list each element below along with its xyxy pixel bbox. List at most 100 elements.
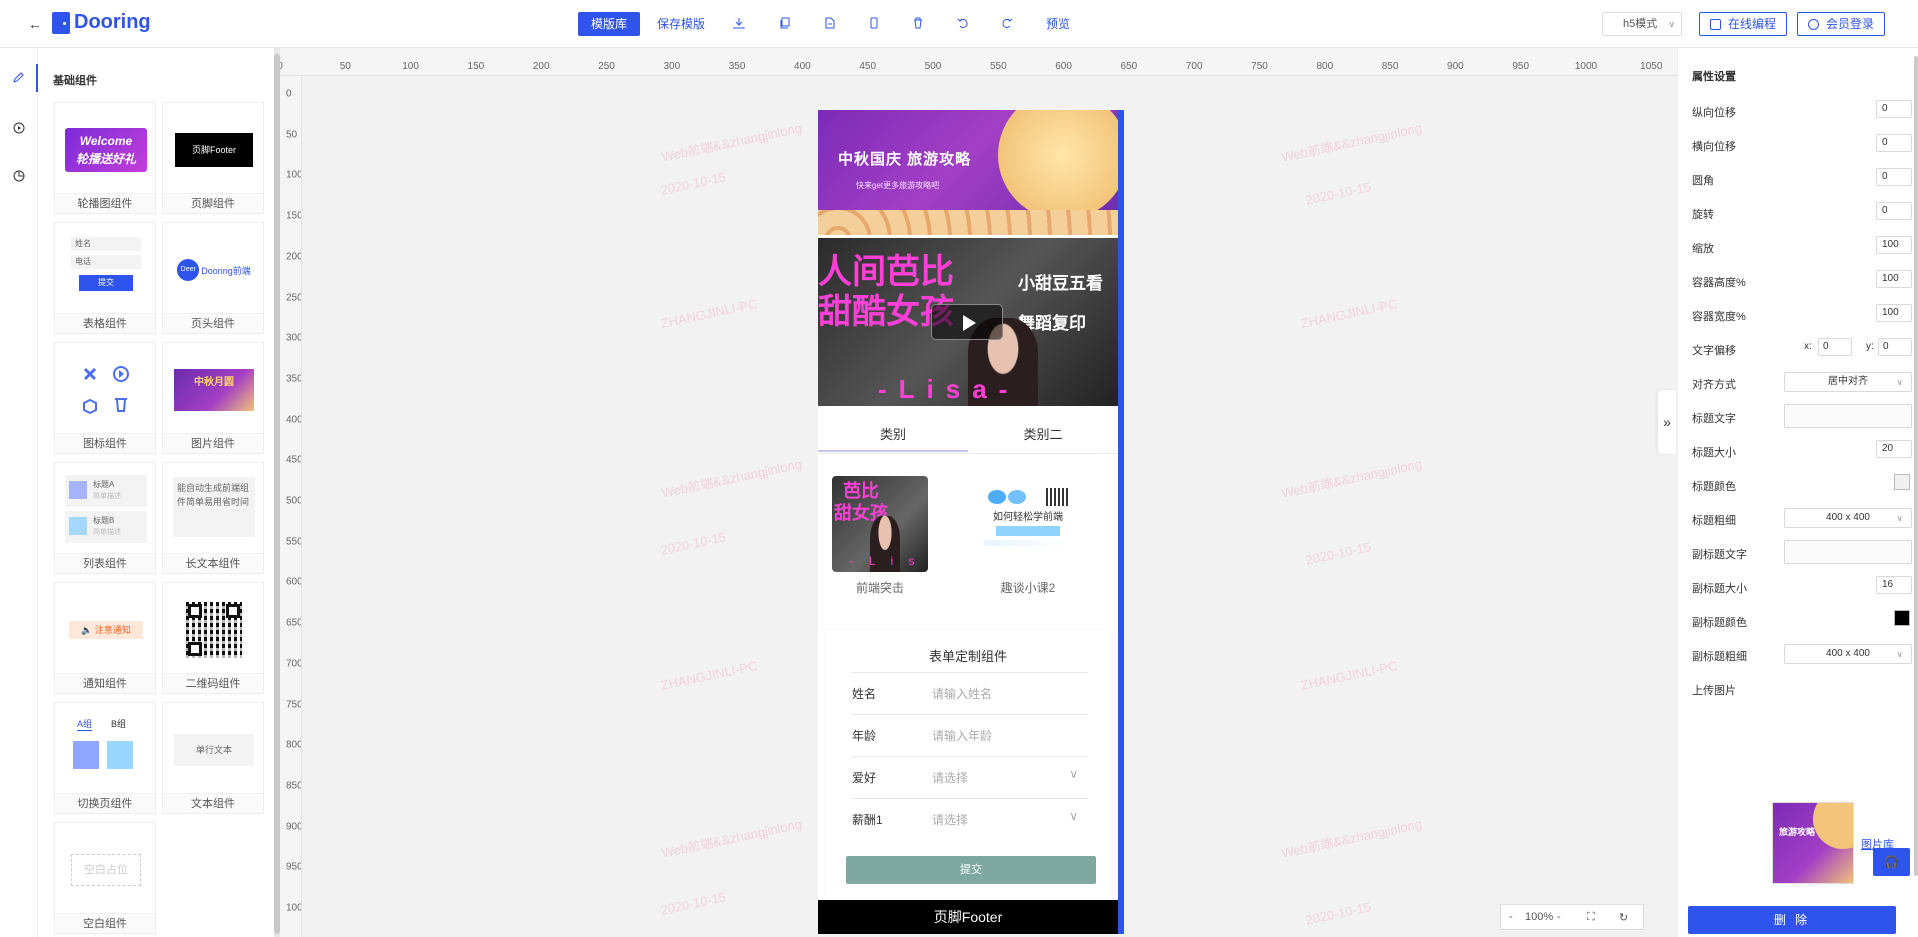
- prop-label: 圆角: [1692, 175, 1714, 187]
- delete-button[interactable]: 删 除: [1688, 906, 1896, 934]
- design-canvas[interactable]: 0501001502002503003504004505005506006507…: [280, 48, 1677, 937]
- preview-button[interactable]: 预览: [1046, 12, 1070, 36]
- selection-edge[interactable]: [1118, 110, 1124, 934]
- phone-preview[interactable]: 中秋国庆 旅游攻略 快来get更多旅游攻略吧 人间芭比 甜酷女孩 小甜豆五看 舞…: [818, 110, 1118, 934]
- age-input[interactable]: 请输入年龄: [932, 727, 992, 744]
- file-icon[interactable]: [822, 15, 838, 31]
- number-input[interactable]: 100: [1876, 270, 1912, 288]
- download-icon[interactable]: [731, 15, 747, 31]
- tab-card[interactable]: 如何轻松学前端 趣谈小课2: [978, 476, 1078, 596]
- component-qrcode[interactable]: 二维码组件: [162, 582, 264, 694]
- redo-icon[interactable]: [999, 15, 1015, 31]
- form-row-name[interactable]: 姓名 请输入姓名: [852, 672, 1088, 714]
- component-tabs[interactable]: A组 B组 切换页组件: [54, 702, 156, 814]
- logo[interactable]: Dooring: [52, 11, 151, 34]
- copy-icon[interactable]: [777, 15, 793, 31]
- x-input[interactable]: 0: [1818, 338, 1852, 356]
- number-input[interactable]: 100: [1876, 236, 1912, 254]
- form-label: 姓名: [852, 687, 877, 701]
- undo-icon[interactable]: [955, 15, 971, 31]
- phone-footer[interactable]: 页脚Footer: [818, 900, 1118, 934]
- number-input[interactable]: 16: [1876, 576, 1912, 594]
- align-select[interactable]: 居中对齐 ∨: [1784, 372, 1912, 392]
- chevron-down-icon[interactable]: ∨: [1069, 809, 1078, 823]
- title-text-input[interactable]: [1784, 404, 1912, 428]
- property-panel-scrollbar[interactable]: [1914, 56, 1918, 876]
- form-row-age[interactable]: 年龄 请输入年龄: [852, 714, 1088, 756]
- prop-label: 副标题文字: [1692, 549, 1747, 561]
- tab-category-2[interactable]: 类别二: [968, 420, 1118, 450]
- chevron-down-icon[interactable]: ∨: [1069, 767, 1078, 781]
- number-input[interactable]: 100: [1876, 304, 1912, 322]
- pie-chart-icon[interactable]: [0, 162, 38, 190]
- component-longtext[interactable]: 能自动生成前端组件简单易用省时间 长文本组件: [162, 462, 264, 574]
- uploaded-image-preview[interactable]: 旅游攻略: [1772, 802, 1854, 884]
- ruler-tick-label: 850: [286, 780, 302, 792]
- prop-label: 副标题颜色: [1692, 617, 1747, 629]
- reset-icon[interactable]: ↻: [1619, 911, 1628, 924]
- ruler-tick-label: 750: [286, 699, 302, 710]
- number-input[interactable]: 20: [1876, 440, 1912, 458]
- form-row-hobby[interactable]: 爱好 请选择 ∨: [852, 756, 1088, 798]
- template-library-button[interactable]: 模版库: [578, 12, 641, 36]
- component-label: 长文本组件: [163, 553, 263, 573]
- headset-icon[interactable]: 🎧: [1873, 848, 1910, 876]
- play-circle-icon[interactable]: [0, 114, 38, 142]
- number-input[interactable]: 0: [1876, 168, 1912, 186]
- cloud-graphic: [818, 210, 1118, 235]
- play-icon[interactable]: [931, 304, 1003, 340]
- ruler-tick-label: 250: [598, 61, 615, 72]
- component-footer[interactable]: 页脚Footer 页脚组件: [162, 102, 264, 214]
- form-row-salary[interactable]: 薪酬1 请选择 ∨: [852, 798, 1088, 840]
- edit-icon[interactable]: [0, 64, 38, 92]
- tab-category-1[interactable]: 类别: [818, 420, 968, 452]
- online-coding-button[interactable]: 在线编程: [1699, 12, 1787, 36]
- double-chevron-right-icon[interactable]: »: [1658, 390, 1676, 454]
- component-blank[interactable]: 空白占位 空白组件: [54, 822, 156, 934]
- title-color-swatch[interactable]: [1894, 474, 1910, 490]
- number-input[interactable]: 0: [1876, 100, 1912, 118]
- tabs-thumb-b: B组: [111, 719, 127, 729]
- zoom-in-button[interactable]: -: [1557, 911, 1561, 923]
- longtext-thumbnail: 能自动生成前端组件简单易用省时间: [173, 471, 255, 549]
- form-submit-button[interactable]: 提交: [846, 856, 1096, 884]
- component-carousel[interactable]: Welcome 轮播送好礼 轮播图组件: [54, 102, 156, 214]
- tab-card[interactable]: 芭比甜女孩 - L i s a 前端突击: [830, 476, 930, 596]
- component-image[interactable]: 中秋月圆 图片组件: [162, 342, 264, 454]
- component-form[interactable]: 姓名 电话 提交 表格组件: [54, 222, 156, 334]
- subtitle-color-swatch[interactable]: [1894, 610, 1910, 626]
- fullscreen-icon[interactable]: ⛶: [1587, 911, 1595, 924]
- video-player[interactable]: 人间芭比 甜酷女孩 小甜豆五看 舞蹈复印 -Lisa-: [818, 238, 1118, 406]
- component-list[interactable]: 标题A 简单描述 标题B 简单描述 列表组件: [54, 462, 156, 574]
- component-label: 空白组件: [55, 913, 155, 933]
- prop-scale: 缩放 100: [1692, 236, 1912, 258]
- mode-select[interactable]: h5模式 ∨: [1602, 12, 1682, 36]
- prop-title-text: 标题文字: [1692, 404, 1912, 428]
- save-template-button[interactable]: 保存模版: [657, 12, 705, 36]
- component-label: 通知组件: [55, 673, 155, 693]
- component-text[interactable]: 单行文本 文本组件: [162, 702, 264, 814]
- zoom-out-button[interactable]: -: [1509, 911, 1513, 923]
- member-login-button[interactable]: 会员登录: [1797, 12, 1885, 36]
- hobby-select[interactable]: 请选择: [932, 769, 968, 786]
- name-input[interactable]: 请输入姓名: [932, 685, 992, 702]
- component-header[interactable]: Deer Dooring前端 页头组件: [162, 222, 264, 334]
- subtitle-text-input[interactable]: [1784, 540, 1912, 564]
- title-weight-select[interactable]: 400 x 400 ∨: [1784, 508, 1912, 528]
- component-label: 列表组件: [55, 553, 155, 573]
- number-input[interactable]: 0: [1876, 134, 1912, 152]
- ruler-tick-label: 1000: [286, 902, 301, 914]
- banner-image[interactable]: 中秋国庆 旅游攻略 快来get更多旅游攻略吧: [818, 110, 1118, 235]
- arrow-left-icon[interactable]: ←: [28, 16, 42, 32]
- component-label: 轮播图组件: [55, 193, 155, 213]
- subtitle-weight-select[interactable]: 400 x 400 ∨: [1784, 644, 1912, 664]
- number-input[interactable]: 0: [1876, 202, 1912, 220]
- component-notice[interactable]: 🔈 注意通知 通知组件: [54, 582, 156, 694]
- component-icon[interactable]: 图标组件: [54, 342, 156, 454]
- y-input[interactable]: 0: [1878, 338, 1912, 356]
- salary-select[interactable]: 请选择: [932, 811, 968, 828]
- delete-icon[interactable]: [910, 15, 926, 31]
- mobile-icon[interactable]: [866, 15, 882, 31]
- footer-thumbnail: 页脚Footer: [173, 111, 255, 189]
- ruler-tick-label: 0: [286, 88, 292, 100]
